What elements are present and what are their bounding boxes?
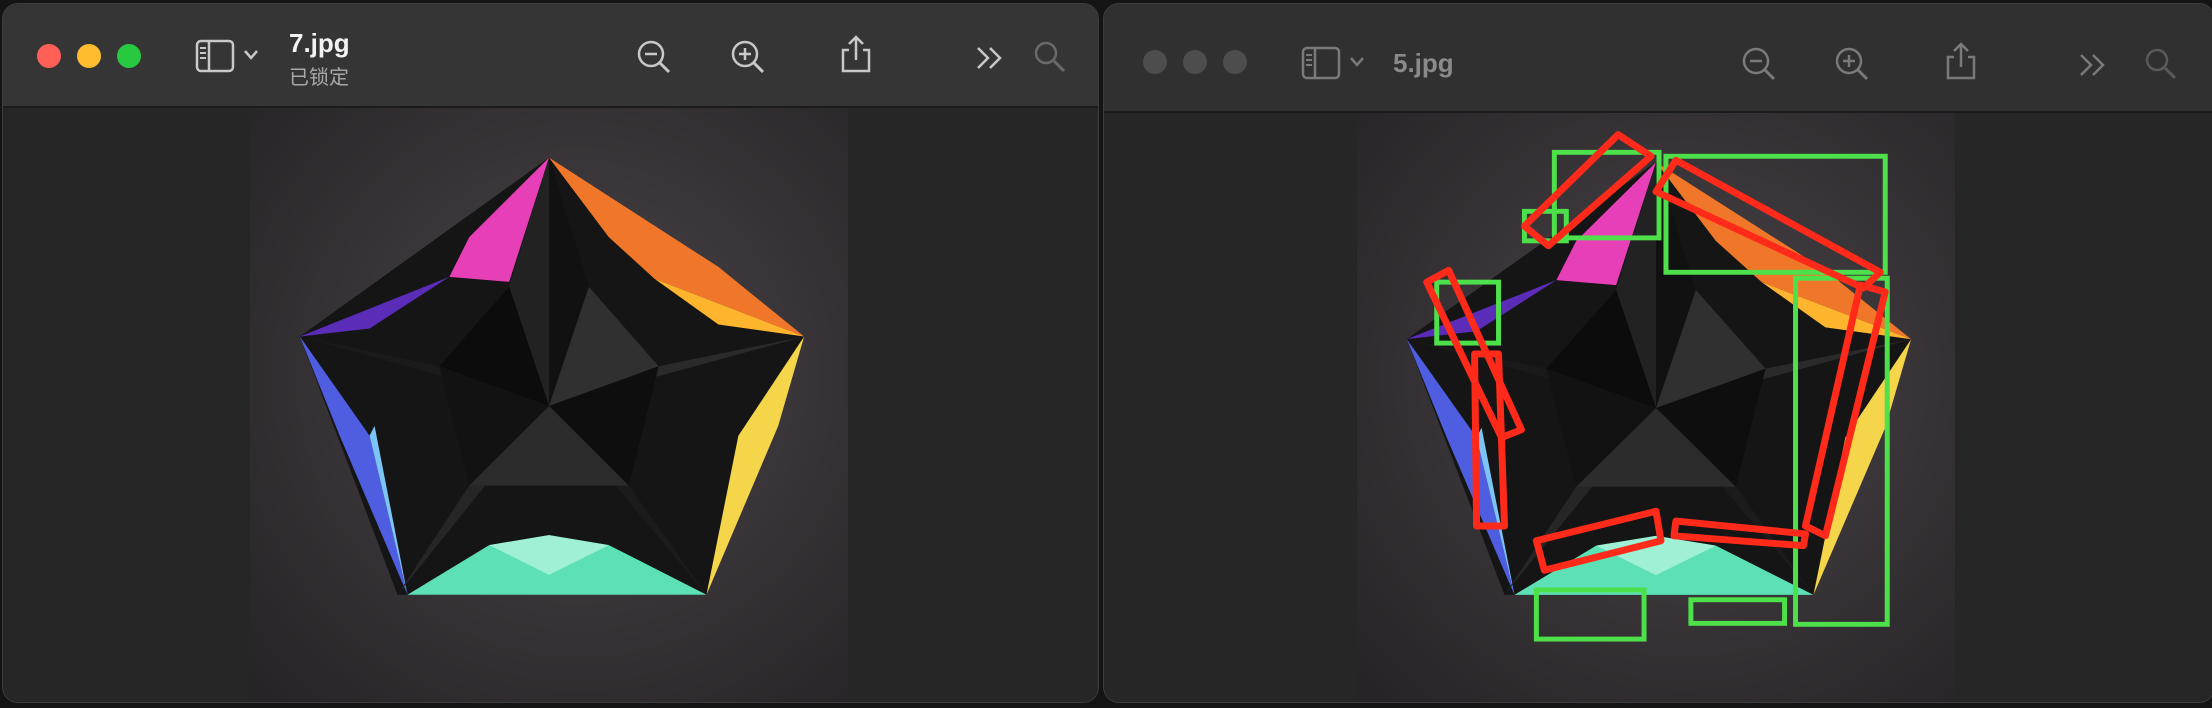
window-title: 7.jpg (289, 28, 350, 58)
zoom-button[interactable] (1223, 50, 1247, 74)
search-icon[interactable] (1033, 40, 1067, 74)
minimize-button[interactable] (1183, 50, 1207, 74)
share-icon[interactable] (839, 34, 873, 74)
minimize-button[interactable] (77, 44, 101, 68)
close-button[interactable] (37, 44, 61, 68)
origami-star-image (250, 108, 848, 702)
zoom-button[interactable] (117, 44, 141, 68)
search-icon[interactable] (2144, 47, 2178, 81)
close-button[interactable] (1143, 50, 1167, 74)
zoom-out-icon[interactable] (636, 39, 672, 75)
window-title: 5.jpg (1393, 48, 1454, 78)
annotated-origami-star-image (1357, 113, 1955, 702)
window-titlebar[interactable]: 7.jpg 已锁定 (3, 4, 1098, 108)
chevron-down-icon[interactable] (243, 49, 259, 61)
image-viewport[interactable] (3, 108, 1098, 702)
preview-window-7[interactable]: 7.jpg 已锁定 (2, 3, 1099, 703)
sidebar-icon[interactable] (1301, 46, 1341, 80)
zoom-out-icon[interactable] (1741, 46, 1777, 82)
more-chevrons-icon[interactable] (975, 46, 1005, 70)
chevron-down-icon[interactable] (1349, 56, 1365, 68)
zoom-in-icon[interactable] (730, 39, 766, 75)
window-subtitle-locked: 已锁定 (289, 67, 349, 89)
zoom-in-icon[interactable] (1834, 46, 1870, 82)
share-icon[interactable] (1944, 41, 1978, 81)
sidebar-icon[interactable] (195, 39, 235, 73)
window-titlebar[interactable]: 5.jpg (1104, 4, 2212, 113)
image-viewport[interactable] (1104, 113, 2212, 702)
preview-window-5[interactable]: 5.jpg (1103, 3, 2212, 703)
more-chevrons-icon[interactable] (2078, 53, 2108, 77)
